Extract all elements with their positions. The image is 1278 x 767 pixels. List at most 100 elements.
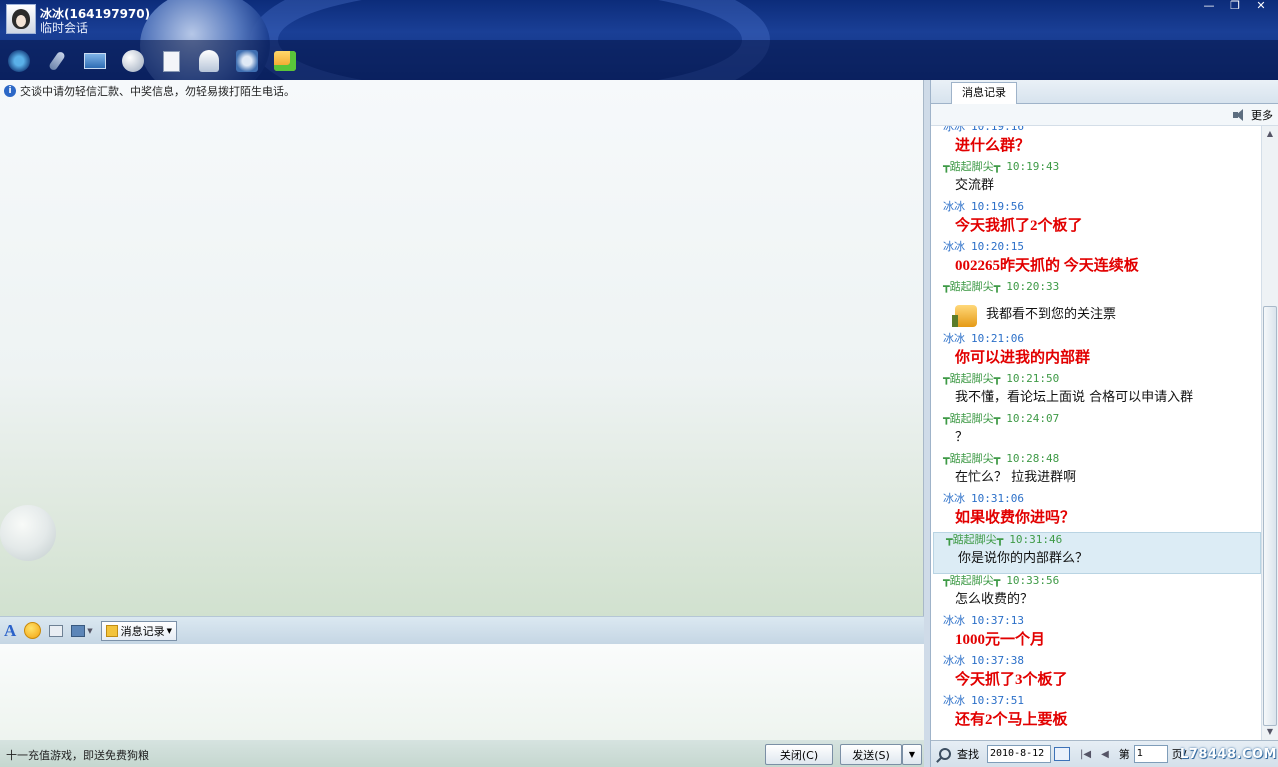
- sender-name[interactable]: 冰冰: [943, 492, 965, 505]
- sender-name[interactable]: ┳踮起脚尖┳: [943, 574, 1000, 587]
- sender-name[interactable]: ┳踮起脚尖┳: [943, 412, 1000, 425]
- message-text: 你可以进我的内部群: [955, 350, 1091, 366]
- sender-name[interactable]: ┳踮起脚尖┳: [943, 372, 1000, 385]
- message-header: ┳踮起脚尖┳ 10:21:50: [943, 372, 1257, 386]
- calendar-icon[interactable]: [1054, 747, 1070, 761]
- sender-name[interactable]: 冰冰: [943, 200, 965, 213]
- sender-name[interactable]: 冰冰: [943, 614, 965, 627]
- message-body: 进什么群？: [943, 134, 1257, 160]
- sender-name[interactable]: ┳踮起脚尖┳: [943, 160, 1000, 173]
- message-text: 怎么收费的？: [955, 592, 1034, 607]
- message-time: 10:19:43: [1006, 160, 1060, 173]
- message-time: 10:33:56: [1006, 574, 1060, 587]
- message-header: 冰冰 10:37:38: [943, 654, 1257, 668]
- send-picture-icon[interactable]: [120, 48, 146, 74]
- message-body: 今天抓了3个板了: [943, 668, 1257, 694]
- message-body: 今天我抓了2个板了: [943, 214, 1257, 240]
- scrollbar[interactable]: ▲ ▼: [1261, 126, 1278, 740]
- voice-call-icon[interactable]: [44, 48, 70, 74]
- message-item[interactable]: 冰冰 10:19:16 进什么群？: [931, 126, 1261, 160]
- message-item[interactable]: 冰冰 10:37:38 今天抓了3个板了: [931, 654, 1261, 694]
- message-item[interactable]: 冰冰 10:19:56 今天我抓了2个板了: [931, 200, 1261, 240]
- message-item[interactable]: 冰冰 10:21:06 你可以进我的内部群: [931, 332, 1261, 372]
- message-item[interactable]: ┳踮起脚尖┳ 10:20:33 我都看不到您的关注票: [931, 280, 1261, 332]
- send-options-chevron-icon[interactable]: ▼: [902, 744, 922, 765]
- message-time: 10:28:48: [1006, 452, 1060, 465]
- message-header: 冰冰 10:19:16: [943, 126, 1257, 134]
- speaker-icon[interactable]: [1233, 109, 1247, 121]
- page-number-input[interactable]: 1: [1133, 745, 1168, 763]
- message-body: ？: [943, 426, 1257, 452]
- message-item[interactable]: ┳踮起脚尖┳ 10:31:46 你是说你的内部群么？: [933, 532, 1261, 574]
- message-header: ┳踮起脚尖┳ 10:33:56: [943, 574, 1257, 588]
- message-item[interactable]: ┳踮起脚尖┳ 10:21:50 我不懂，看论坛上面说 合格可以申请入群: [931, 372, 1261, 412]
- font-icon[interactable]: A: [4, 621, 16, 641]
- message-item[interactable]: ┳踮起脚尖┳ 10:28:48 在忙么？ 拉我进群啊: [931, 452, 1261, 492]
- message-item[interactable]: 冰冰 10:37:51 还有2个马上要板: [931, 694, 1261, 734]
- settings-icon[interactable]: [234, 48, 260, 74]
- sender-name[interactable]: 冰冰: [943, 654, 965, 667]
- window-controls: — ❐ ✕: [1196, 0, 1274, 14]
- message-body: 你可以进我的内部群: [943, 346, 1257, 372]
- message-time: 10:19:16: [971, 126, 1024, 133]
- search-label[interactable]: 查找: [957, 746, 979, 762]
- message-item[interactable]: 冰冰 10:31:06 如果收费你进吗？: [931, 492, 1261, 532]
- close-icon[interactable]: ✕: [1248, 0, 1274, 14]
- promo-link[interactable]: 十一充值游戏，即送免费狗粮: [6, 747, 149, 763]
- message-header: 冰冰 10:19:56: [943, 200, 1257, 214]
- sender-name[interactable]: 冰冰: [943, 126, 965, 133]
- emoticon-icon[interactable]: [24, 621, 42, 641]
- tab-message-history[interactable]: 消息记录: [951, 82, 1017, 104]
- message-list[interactable]: 冰冰 10:19:16 进什么群？ ┳踮起脚尖┳ 10:19:43 交流群 冰冰 10:19:…: [931, 126, 1261, 740]
- sender-name[interactable]: 冰冰: [943, 240, 965, 253]
- add-app-icon[interactable]: [272, 48, 298, 74]
- message-header: ┳踮起脚尖┳ 10:31:46: [946, 533, 1256, 547]
- sender-name[interactable]: 冰冰: [943, 694, 965, 707]
- message-input[interactable]: [0, 644, 924, 740]
- screen-capture-icon[interactable]: ▼: [71, 621, 93, 641]
- message-time: 10:20:15: [971, 240, 1024, 253]
- thumbs-up-icon: [952, 305, 977, 327]
- first-page-icon[interactable]: |◀: [1080, 749, 1091, 760]
- message-item[interactable]: ┳踮起脚尖┳ 10:24:07 ？: [931, 412, 1261, 452]
- close-button[interactable]: 关闭(C): [765, 744, 833, 765]
- message-item[interactable]: 冰冰 10:20:15 002265昨天抓的 今天连续板: [931, 240, 1261, 280]
- message-text: 002265昨天抓的 今天连续板: [955, 258, 1139, 274]
- message-item[interactable]: ┳踮起脚尖┳ 10:19:43 交流群: [931, 160, 1261, 200]
- document-icon[interactable]: [158, 48, 184, 74]
- message-item[interactable]: 冰冰 10:37:13 1000元一个月: [931, 614, 1261, 654]
- screenshot-icon[interactable]: [49, 621, 64, 641]
- scroll-thumb[interactable]: [1263, 306, 1277, 726]
- scroll-down-icon[interactable]: ▼: [1262, 724, 1278, 740]
- send-file-icon[interactable]: [82, 48, 108, 74]
- message-body: 我都看不到您的关注票: [943, 294, 1257, 332]
- prev-page-icon[interactable]: ◀: [1101, 749, 1109, 760]
- sender-name[interactable]: ┳踮起脚尖┳: [946, 533, 1003, 546]
- maximize-icon[interactable]: ❐: [1222, 0, 1248, 14]
- message-text: 进什么群？: [955, 138, 1031, 154]
- message-body: 如果收费你进吗？: [943, 506, 1257, 532]
- contact-avatar[interactable]: [6, 4, 36, 34]
- message-text: 我不懂，看论坛上面说 合格可以申请入群: [955, 390, 1194, 405]
- sender-name[interactable]: ┳踮起脚尖┳: [943, 280, 1000, 293]
- sender-name[interactable]: 冰冰: [943, 332, 965, 345]
- chat-display-area[interactable]: i 交谈中请勿轻信汇款、中奖信息，勿轻易拨打陌生电话。: [0, 80, 924, 616]
- minimize-icon[interactable]: —: [1196, 0, 1222, 14]
- date-field[interactable]: 2010-8-12: [987, 745, 1051, 763]
- message-text: 如果收费你进吗？: [955, 510, 1076, 526]
- message-time: 10:20:33: [1006, 280, 1060, 293]
- message-header: 冰冰 10:21:06: [943, 332, 1257, 346]
- site-watermark: L78448.COM: [1180, 747, 1277, 762]
- message-item[interactable]: ┳踮起脚尖┳ 10:33:56 怎么收费的？: [931, 574, 1261, 614]
- message-body: 交流群: [943, 174, 1257, 200]
- history-search-bar: 查找 2010-8-12 |◀ ◀ 第 1 页/ L78448.COM: [931, 740, 1278, 767]
- video-call-icon[interactable]: [6, 48, 32, 74]
- message-history-button[interactable]: 消息记录 ▼: [100, 620, 178, 641]
- contact-info-icon[interactable]: [196, 48, 222, 74]
- search-icon[interactable]: [939, 748, 951, 760]
- send-button[interactable]: 发送(S): [840, 744, 902, 765]
- more-button[interactable]: 更多: [1233, 107, 1273, 123]
- message-body: 在忙么？ 拉我进群啊: [943, 466, 1257, 492]
- scroll-up-icon[interactable]: ▲: [1262, 126, 1278, 142]
- sender-name[interactable]: ┳踮起脚尖┳: [943, 452, 1000, 465]
